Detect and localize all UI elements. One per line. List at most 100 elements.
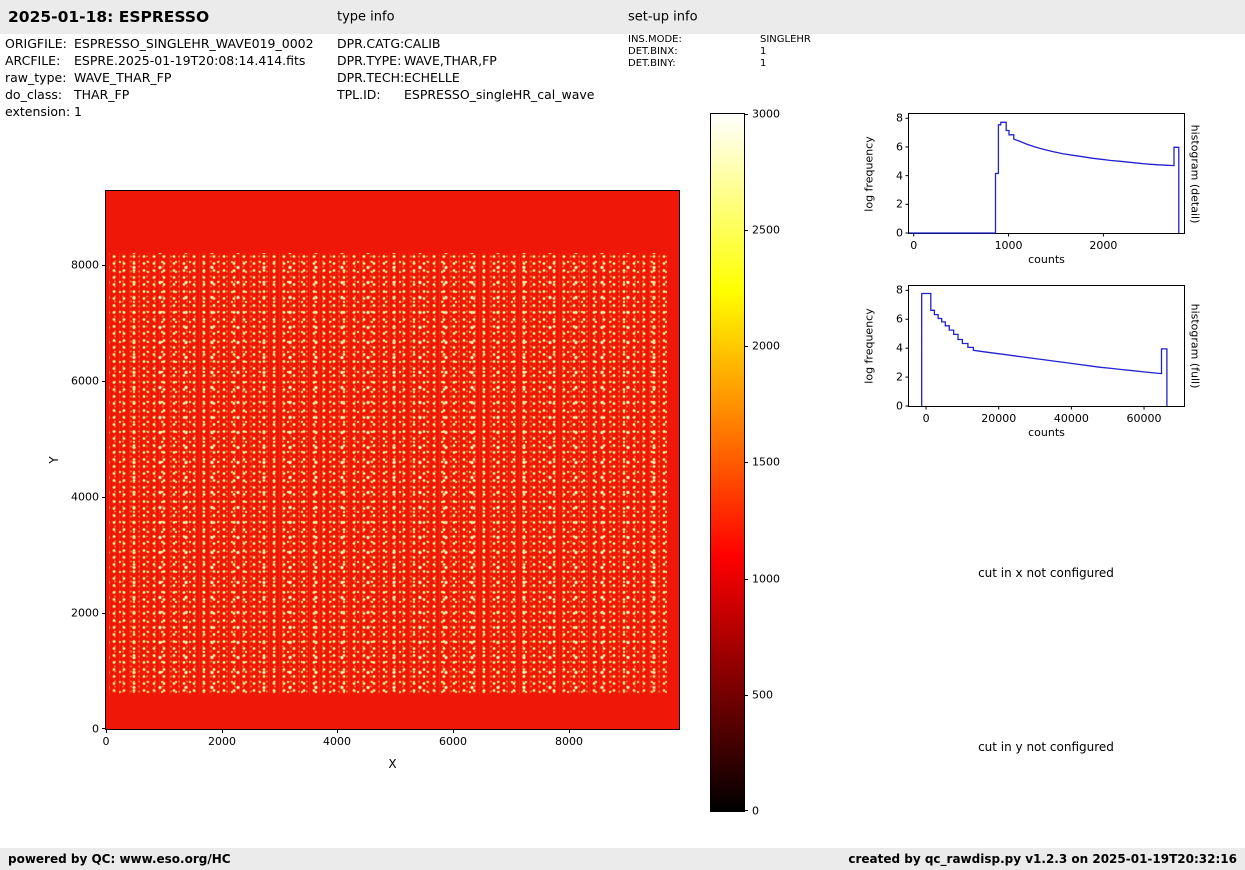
arcfile-label: ARCFILE: xyxy=(5,53,74,68)
tick-mark xyxy=(744,462,748,463)
det-biny-value: 1 xyxy=(760,58,766,69)
tick-mark xyxy=(453,729,454,733)
x-tick-label: 2000 xyxy=(1089,239,1117,252)
raw-type-value: WAVE_THAR_FP xyxy=(74,70,171,85)
dpr-tech-value: ECHELLE xyxy=(404,70,460,85)
colorbar-tick-label: 3000 xyxy=(752,108,780,121)
y-axis-label: log frequency xyxy=(863,136,876,211)
dpr-type-row: DPR.TYPE:WAVE,THAR,FP xyxy=(337,53,497,68)
tick-mark xyxy=(102,497,106,498)
x-tick-label: 6000 xyxy=(439,735,467,748)
dpr-tech-row: DPR.TECH:ECHELLE xyxy=(337,70,460,85)
histogram-line-svg xyxy=(909,286,1184,406)
y-axis-label: log frequency xyxy=(863,308,876,383)
tick-mark xyxy=(337,729,338,733)
extension-label: extension: xyxy=(5,104,74,119)
y-tick-label: 4 xyxy=(896,169,903,182)
histogram-title: histogram (detail) xyxy=(1189,124,1202,223)
x-tick-label: 1000 xyxy=(995,239,1023,252)
dpr-catg-row: DPR.CATG:CALIB xyxy=(337,36,441,51)
colorbar-tick-label: 500 xyxy=(752,689,773,702)
y-tick-label: 8 xyxy=(896,284,903,297)
qc-report-page: 2025-01-18: ESPRESSO type info set-up in… xyxy=(0,0,1245,870)
type-info-heading: type info xyxy=(337,10,395,25)
colorbar-tick-label: 2000 xyxy=(752,340,780,353)
tick-mark xyxy=(102,265,106,266)
do-class-row: do_class:THAR_FP xyxy=(5,87,129,102)
tpl-id-value: ESPRESSO_singleHR_cal_wave xyxy=(404,87,594,102)
det-binx-row: DET.BINX:1 xyxy=(628,46,766,57)
histogram-line xyxy=(909,122,1179,233)
dpr-type-value: WAVE,THAR,FP xyxy=(404,53,497,68)
ins-mode-value: SINGLEHR xyxy=(760,34,811,45)
tick-mark xyxy=(744,114,748,115)
x-tick-label: 40000 xyxy=(1054,412,1089,425)
det-biny-label: DET.BINY: xyxy=(628,58,760,69)
tick-mark xyxy=(569,729,570,733)
do-class-label: do_class: xyxy=(5,87,74,102)
main-x-axis-label: X xyxy=(388,757,396,771)
ins-mode-row: INS.MODE:SINGLEHR xyxy=(628,34,811,45)
histogram-line xyxy=(922,294,1167,407)
cut-y-message: cut in y not configured xyxy=(908,740,1184,754)
x-tick-label: 2000 xyxy=(208,735,236,748)
colorbar-tick-label: 1500 xyxy=(752,456,780,469)
dpr-tech-label: DPR.TECH: xyxy=(337,70,404,85)
arcfile-row: ARCFILE:ESPRE.2025-01-19T20:08:14.414.fi… xyxy=(5,53,305,68)
setup-info-heading: set-up info xyxy=(628,10,698,25)
colorbar-tick-label: 2500 xyxy=(752,224,780,237)
det-binx-label: DET.BINX: xyxy=(628,46,760,57)
extension-row: extension:1 xyxy=(5,104,82,119)
footer-powered-by: powered by QC: www.eso.org/HC xyxy=(8,852,231,866)
tick-mark xyxy=(102,613,106,614)
colorbar-tick-label: 0 xyxy=(752,805,759,818)
y-tick-label: 2 xyxy=(896,371,903,384)
y-tick-label: 6 xyxy=(896,140,903,153)
footer-created-by: created by qc_rawdisp.py v1.2.3 on 2025-… xyxy=(848,852,1237,866)
extension-value: 1 xyxy=(74,104,82,119)
tick-mark xyxy=(744,346,748,347)
ins-mode-label: INS.MODE: xyxy=(628,34,760,45)
y-tick-label: 6 xyxy=(896,313,903,326)
histogram-line-svg xyxy=(909,114,1184,233)
raw-type-row: raw_type:WAVE_THAR_FP xyxy=(5,70,171,85)
footer-bar: powered by QC: www.eso.org/HC created by… xyxy=(0,848,1245,870)
det-binx-value: 1 xyxy=(760,46,766,57)
histogram-title: histogram (full) xyxy=(1189,304,1202,389)
dpr-catg-label: DPR.CATG: xyxy=(337,36,404,51)
dpr-type-label: DPR.TYPE: xyxy=(337,53,404,68)
x-axis-label: counts xyxy=(1028,426,1065,439)
tpl-id-row: TPL.ID:ESPRESSO_singleHR_cal_wave xyxy=(337,87,594,102)
y-tick-label: 4000 xyxy=(71,491,99,504)
dpr-catg-value: CALIB xyxy=(404,36,441,51)
tick-mark xyxy=(102,381,106,382)
y-tick-label: 8 xyxy=(896,112,903,125)
tick-mark xyxy=(744,695,748,696)
raw-detector-image: Y X 0 2000 4000 6000 8000 8000 6000 4000… xyxy=(105,190,680,730)
header-bar: 2025-01-18: ESPRESSO type info set-up in… xyxy=(0,0,1245,34)
arcfile-value: ESPRE.2025-01-19T20:08:14.414.fits xyxy=(74,53,305,68)
origfile-row: ORIGFILE:ESPRESSO_SINGLEHR_WAVE019_0002 xyxy=(5,36,314,51)
main-y-axis-label: Y xyxy=(47,456,61,463)
do-class-value: THAR_FP xyxy=(74,87,129,102)
y-tick-label: 0 xyxy=(92,723,99,736)
x-tick-label: 4000 xyxy=(323,735,351,748)
y-tick-label: 2000 xyxy=(71,607,99,620)
tpl-id-label: TPL.ID: xyxy=(337,87,404,102)
histogram-full: 020000400006000002468countslog frequency… xyxy=(908,285,1185,407)
origfile-value: ESPRESSO_SINGLEHR_WAVE019_0002 xyxy=(74,36,314,51)
page-title: 2025-01-18: ESPRESSO xyxy=(8,8,209,26)
tick-mark xyxy=(106,729,107,733)
colorbar: 3000 2500 2000 1500 1000 500 0 xyxy=(710,113,745,812)
y-tick-label: 2 xyxy=(896,198,903,211)
emission-line-speckles xyxy=(109,253,667,695)
y-tick-label: 4 xyxy=(896,342,903,355)
cut-x-message: cut in x not configured xyxy=(908,566,1184,580)
raw-type-label: raw_type: xyxy=(5,70,74,85)
x-tick-label: 20000 xyxy=(981,412,1016,425)
y-tick-label: 8000 xyxy=(71,259,99,272)
histogram-detail: 01000200002468countslog frequencyhistogr… xyxy=(908,113,1185,234)
det-biny-row: DET.BINY:1 xyxy=(628,58,766,69)
tick-mark xyxy=(222,729,223,733)
x-tick-label: 8000 xyxy=(555,735,583,748)
